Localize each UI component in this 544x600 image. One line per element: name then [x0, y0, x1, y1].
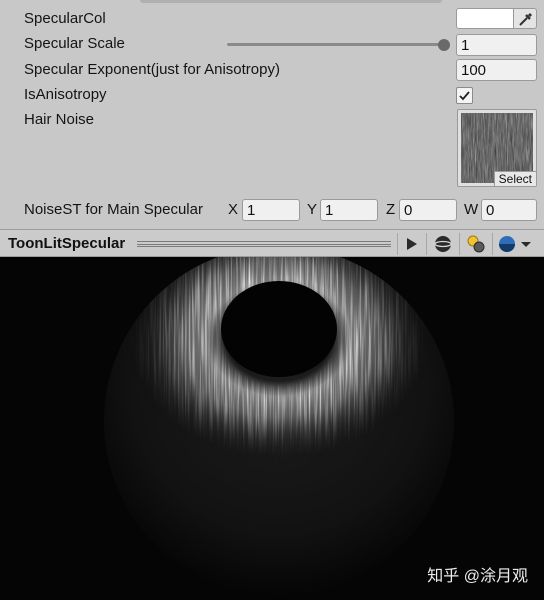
is-anisotropy-label: IsAnisotropy: [24, 86, 107, 103]
light-icon[interactable]: [463, 232, 489, 256]
header-divider: [459, 233, 460, 255]
shaded-sphere-preview: [104, 246, 454, 596]
noise-st-y-input[interactable]: 1: [320, 199, 378, 221]
noise-st-x-input[interactable]: 1: [242, 199, 300, 221]
play-icon[interactable]: [398, 232, 424, 256]
preview-title: ToonLitSpecular: [8, 235, 126, 252]
preview-header: ToonLitSpecular: [0, 229, 544, 257]
hair-noise-texture-slot[interactable]: Select: [457, 109, 537, 187]
material-preview-viewport[interactable]: 知乎 @涂月观: [0, 246, 544, 600]
noise-st-label: NoiseST for Main Specular: [24, 201, 203, 218]
specular-scale-input[interactable]: 1: [456, 34, 537, 56]
specular-scale-slider[interactable]: [227, 43, 445, 46]
material-inspector: SpecularCol Specular Scale 1 Specular Ex…: [0, 0, 544, 229]
texture-select-button[interactable]: Select: [493, 171, 536, 186]
specular-color-field[interactable]: [456, 8, 514, 29]
sphere-mesh-icon[interactable]: [430, 232, 456, 256]
chevron-down-icon[interactable]: [516, 232, 536, 256]
watermark-text: 知乎 @涂月观: [427, 568, 528, 585]
specular-color-label: SpecularCol: [24, 10, 106, 27]
eyedropper-icon[interactable]: [514, 8, 537, 29]
noise-st-y-label: Y: [307, 201, 318, 218]
panel-top-edge: [140, 0, 442, 3]
noise-st-w-input[interactable]: 0: [481, 199, 537, 221]
noise-st-x-label: X: [228, 201, 239, 218]
checkmark-icon: [459, 91, 470, 101]
noise-st-z-input[interactable]: 0: [399, 199, 457, 221]
preview-drag-handle[interactable]: [137, 241, 391, 247]
is-anisotropy-checkbox[interactable]: [456, 87, 473, 104]
hair-noise-label: Hair Noise: [24, 111, 95, 128]
specular-scale-label: Specular Scale: [24, 35, 125, 52]
header-divider: [492, 233, 493, 255]
specular-scale-slider-thumb[interactable]: [438, 39, 450, 51]
specular-exponent-input[interactable]: 100: [456, 59, 537, 81]
header-divider: [426, 233, 427, 255]
noise-st-w-label: W: [464, 201, 479, 218]
specular-exponent-label: Specular Exponent(just for Anisotropy): [24, 61, 280, 78]
noise-st-z-label: Z: [386, 201, 396, 218]
